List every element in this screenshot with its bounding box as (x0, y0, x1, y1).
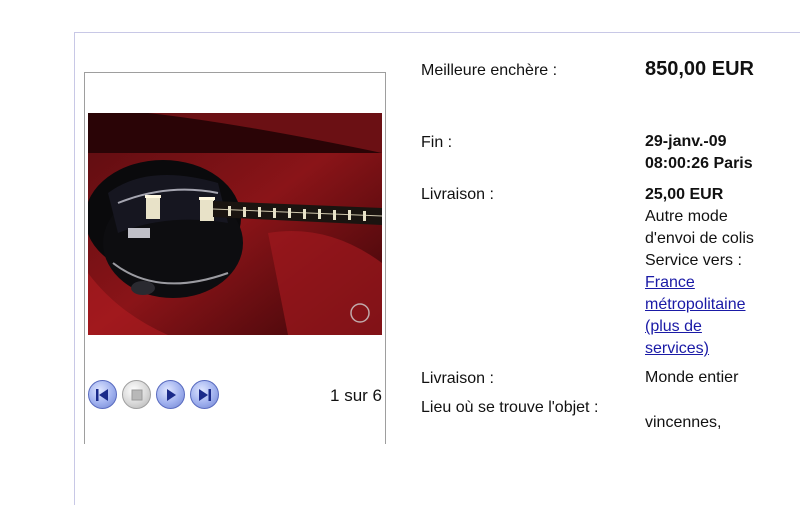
rewind-icon (96, 388, 108, 401)
play-button[interactable] (156, 380, 185, 409)
stop-icon (131, 389, 142, 400)
service-destination-link-line-1[interactable]: France (645, 272, 754, 294)
best-bid-value: 850,00 EUR (645, 58, 754, 80)
shipping-cost: 25,00 EUR (645, 186, 724, 203)
service-destination-link-line-2[interactable]: métropolitaine (645, 294, 754, 316)
next-button[interactable] (190, 380, 219, 409)
photo-counter: 1 sur 6 (330, 386, 382, 405)
end-time: 08:00:26 Paris (645, 155, 753, 172)
item-photo[interactable] (88, 113, 382, 335)
stop-button[interactable] (122, 380, 151, 409)
service-to-label: Service vers : (645, 252, 742, 269)
more-services-link-line-1[interactable]: (plus de (645, 316, 754, 338)
location-label: Lieu où se trouve l'objet : (421, 399, 599, 416)
previous-button[interactable] (88, 380, 117, 409)
end-label: Fin : (421, 134, 453, 151)
more-services-link-line-2[interactable]: services) (645, 338, 754, 360)
fast-forward-icon (199, 388, 211, 401)
best-bid-label: Meilleure enchère : (421, 62, 558, 79)
gallery-controls (88, 380, 219, 409)
shipping-value: 25,00 EUR Autre mode d'envoi de colis Se… (645, 184, 754, 360)
shipping-method-line-2: d'envoi de colis (645, 230, 754, 247)
delivery-label: Livraison : (421, 370, 494, 387)
play-icon (166, 388, 176, 401)
shipping-label: Livraison : (421, 186, 494, 203)
end-date: 29-janv.-09 (645, 133, 727, 150)
end-value: 29-janv.-09 08:00:26 Paris (645, 131, 753, 175)
guitar-image (88, 113, 382, 335)
shipping-method-line-1: Autre mode (645, 208, 728, 225)
delivery-value: Monde entier (645, 369, 739, 386)
location-value: vincennes, (645, 414, 722, 431)
